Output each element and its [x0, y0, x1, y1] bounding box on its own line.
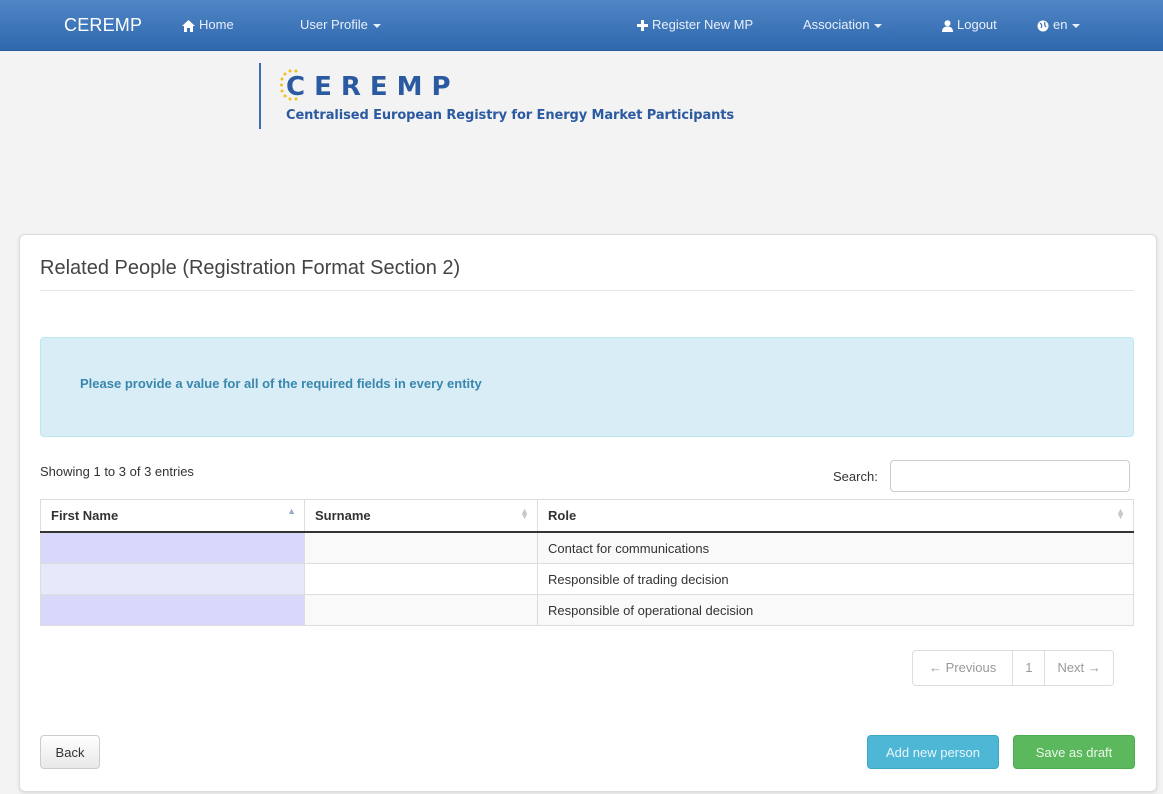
nav-logout[interactable]: Logout — [942, 0, 997, 50]
pagination: ← Previous 1 Next → — [912, 650, 1114, 686]
column-header-label: First Name — [51, 508, 119, 523]
column-header-label: Role — [548, 508, 577, 523]
title-divider — [40, 290, 1134, 291]
back-button[interactable]: Back — [40, 735, 100, 769]
nav-register-label: Register New MP — [652, 17, 754, 32]
role-cell: Contact for communications — [537, 531, 1134, 564]
nav-language[interactable]: en — [1037, 0, 1081, 50]
column-header-label: Surname — [315, 508, 371, 523]
search-input[interactable] — [890, 460, 1130, 492]
chevron-down-icon — [372, 23, 381, 28]
brand-link[interactable]: CEREMP — [64, 0, 142, 50]
logo-divider — [259, 63, 261, 129]
chevron-down-icon — [1072, 23, 1081, 28]
column-header-surname[interactable]: Surname ▲ ▼ — [304, 499, 538, 533]
nav-home[interactable]: Home — [182, 0, 234, 50]
logo-wordmark: CEREMP — [286, 72, 460, 102]
pagination-page-1[interactable]: 1 — [1012, 651, 1044, 685]
surname-cell — [304, 594, 538, 626]
nav-logout-label: Logout — [957, 17, 997, 32]
nav-association[interactable]: Association — [803, 0, 883, 50]
chevron-down-icon — [874, 23, 883, 28]
nav-register[interactable]: Register New MP — [637, 0, 753, 50]
first-name-cell — [40, 531, 305, 564]
pagination-previous[interactable]: ← Previous — [913, 651, 1012, 685]
nav-home-label: Home — [199, 17, 234, 32]
sort-ascending-icon: ▲ — [287, 506, 296, 516]
role-cell: Responsible of trading decision — [537, 563, 1134, 595]
related-people-table: First Name ▲ Surname ▲ ▼ Role ▲ ▼ Contact … — [40, 499, 1134, 626]
globe-icon — [1037, 20, 1049, 32]
pagination-next[interactable]: Next → — [1044, 651, 1112, 685]
sort-icon: ▲ ▼ — [1116, 506, 1125, 521]
home-icon — [182, 19, 195, 32]
surname-cell — [304, 531, 538, 564]
surname-cell — [304, 563, 538, 595]
nav-association-label: Association — [803, 17, 870, 32]
top-navbar: CEREMP Home User Profile Register New MP… — [0, 0, 1163, 51]
nav-user-profile-label: User Profile — [300, 17, 368, 32]
column-header-role[interactable]: Role ▲ ▼ — [537, 499, 1134, 533]
add-new-person-button[interactable]: Add new person — [867, 735, 999, 769]
table-row[interactable]: Responsible of operational decision — [40, 594, 1134, 626]
plus-icon — [637, 20, 648, 32]
table-row[interactable]: Responsible of trading decision — [40, 563, 1134, 595]
save-as-draft-button[interactable]: Save as draft — [1013, 735, 1135, 769]
page-title: Related People (Registration Format Sect… — [40, 257, 461, 279]
table-info: Showing 1 to 3 of 3 entries — [40, 464, 194, 479]
table-row[interactable]: Contact for communications — [40, 531, 1134, 564]
sort-icon: ▲ ▼ — [520, 506, 529, 521]
table-header-row: First Name ▲ Surname ▲ ▼ Role ▲ ▼ — [40, 499, 1134, 533]
role-cell: Responsible of operational decision — [537, 594, 1134, 626]
info-alert: Please provide a value for all of the re… — [40, 337, 1134, 437]
main-panel: Related People (Registration Format Sect… — [19, 234, 1157, 792]
logo-subtitle: Centralised European Registry for Energy… — [286, 108, 735, 123]
first-name-cell — [40, 594, 305, 626]
alert-message: Please provide a value for all of the re… — [80, 376, 482, 391]
user-icon — [942, 19, 953, 32]
column-header-first-name[interactable]: First Name ▲ — [40, 499, 305, 533]
nav-language-label: en — [1053, 17, 1068, 32]
first-name-cell — [40, 563, 305, 595]
search-label: Search: — [833, 469, 878, 484]
nav-user-profile[interactable]: User Profile — [300, 0, 381, 50]
